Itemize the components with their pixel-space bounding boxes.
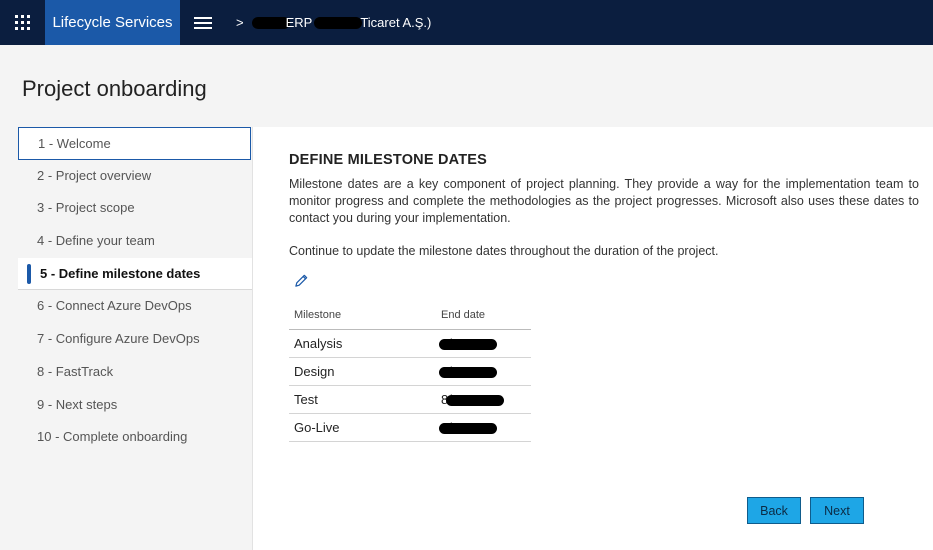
table-header-row: Milestone End date (289, 302, 531, 330)
step-next-steps[interactable]: 9 - Next steps (18, 389, 252, 422)
step-label: 7 - Configure Azure DevOps (37, 331, 200, 347)
step-define-your-team[interactable]: 4 - Define your team (18, 225, 252, 258)
step-label: 2 - Project overview (37, 167, 152, 183)
step-complete-onboarding[interactable]: 10 - Complete onboarding (18, 421, 252, 454)
redaction-mark (439, 366, 497, 378)
section-heading: DEFINE MILESTONE DATES (289, 152, 488, 168)
table-row[interactable]: Test 8/ (289, 385, 531, 414)
step-label: 9 - Next steps (37, 396, 118, 412)
step-label: 3 - Project scope (37, 200, 135, 216)
table-row[interactable]: Go-Live 9/ (289, 413, 531, 442)
step-label: 5 - Define milestone dates (40, 265, 201, 281)
table-row[interactable]: Design 6/ (289, 357, 531, 386)
waffle-icon (15, 15, 30, 30)
pencil-icon (294, 274, 307, 287)
project-name-part: Ticaret A.Ş.) (360, 15, 432, 30)
page-title: Project onboarding (22, 76, 207, 101)
end-date-cell: 8/ (436, 385, 531, 414)
column-header-end-date[interactable]: End date (436, 302, 531, 330)
step-label: 1 - Welcome (38, 136, 111, 151)
step-fasttrack[interactable]: 8 - FastTrack (18, 356, 252, 389)
step-label: 4 - Define your team (37, 233, 155, 249)
breadcrumb[interactable]: > ERP Ticaret A.Ş.) (236, 15, 431, 30)
redaction-mark (446, 394, 504, 406)
top-bar: Lifecycle Services > ERP Ticaret A.Ş.) (0, 0, 933, 45)
milestone-panel: DEFINE MILESTONE DATES Milestone dates a… (253, 127, 933, 550)
table-row[interactable]: Analysis 6/ (289, 329, 531, 358)
end-date-cell: 6/ (436, 357, 531, 386)
end-date-cell: 9/ (436, 413, 531, 442)
step-label: 8 - FastTrack (37, 363, 114, 379)
step-project-scope[interactable]: 3 - Project scope (18, 192, 252, 225)
description-text: Milestone dates are a key component of p… (289, 177, 919, 225)
step-configure-azure-devops[interactable]: 7 - Configure Azure DevOps (18, 323, 252, 356)
continue-text: Continue to update the milestone dates t… (289, 244, 719, 258)
breadcrumb-chevron-icon: > (236, 15, 244, 30)
step-label: 6 - Connect Azure DevOps (37, 298, 192, 314)
redaction-mark (439, 422, 497, 434)
project-name-part: ERP (285, 15, 313, 30)
edit-milestones-button[interactable] (291, 270, 311, 290)
step-label: 10 - Complete onboarding (37, 429, 188, 445)
back-button[interactable]: Back (747, 497, 801, 524)
redaction-mark (251, 16, 290, 29)
end-date-cell: 6/ (436, 329, 531, 358)
column-header-milestone[interactable]: Milestone (289, 302, 436, 330)
step-connect-azure-devops[interactable]: 6 - Connect Azure DevOps (18, 290, 252, 323)
brand-title[interactable]: Lifecycle Services (45, 0, 180, 45)
milestone-name: Analysis (289, 329, 436, 358)
milestone-name: Go-Live (289, 413, 436, 442)
next-button[interactable]: Next (810, 497, 864, 524)
milestone-name: Design (289, 357, 436, 386)
steps-sidebar: 1 - Welcome 2 - Project overview 3 - Pro… (18, 127, 253, 550)
hamburger-menu-icon[interactable] (180, 0, 226, 45)
redaction-mark (314, 16, 363, 29)
step-welcome[interactable]: 1 - Welcome (18, 127, 251, 160)
milestone-table: Milestone End date Analysis 6/ Design 6/ (289, 302, 531, 442)
milestone-name: Test (289, 385, 436, 414)
redaction-mark (439, 338, 497, 350)
step-project-overview[interactable]: 2 - Project overview (18, 160, 252, 193)
step-define-milestone-dates[interactable]: 5 - Define milestone dates (18, 257, 252, 291)
app-launcher-button[interactable] (0, 0, 45, 45)
